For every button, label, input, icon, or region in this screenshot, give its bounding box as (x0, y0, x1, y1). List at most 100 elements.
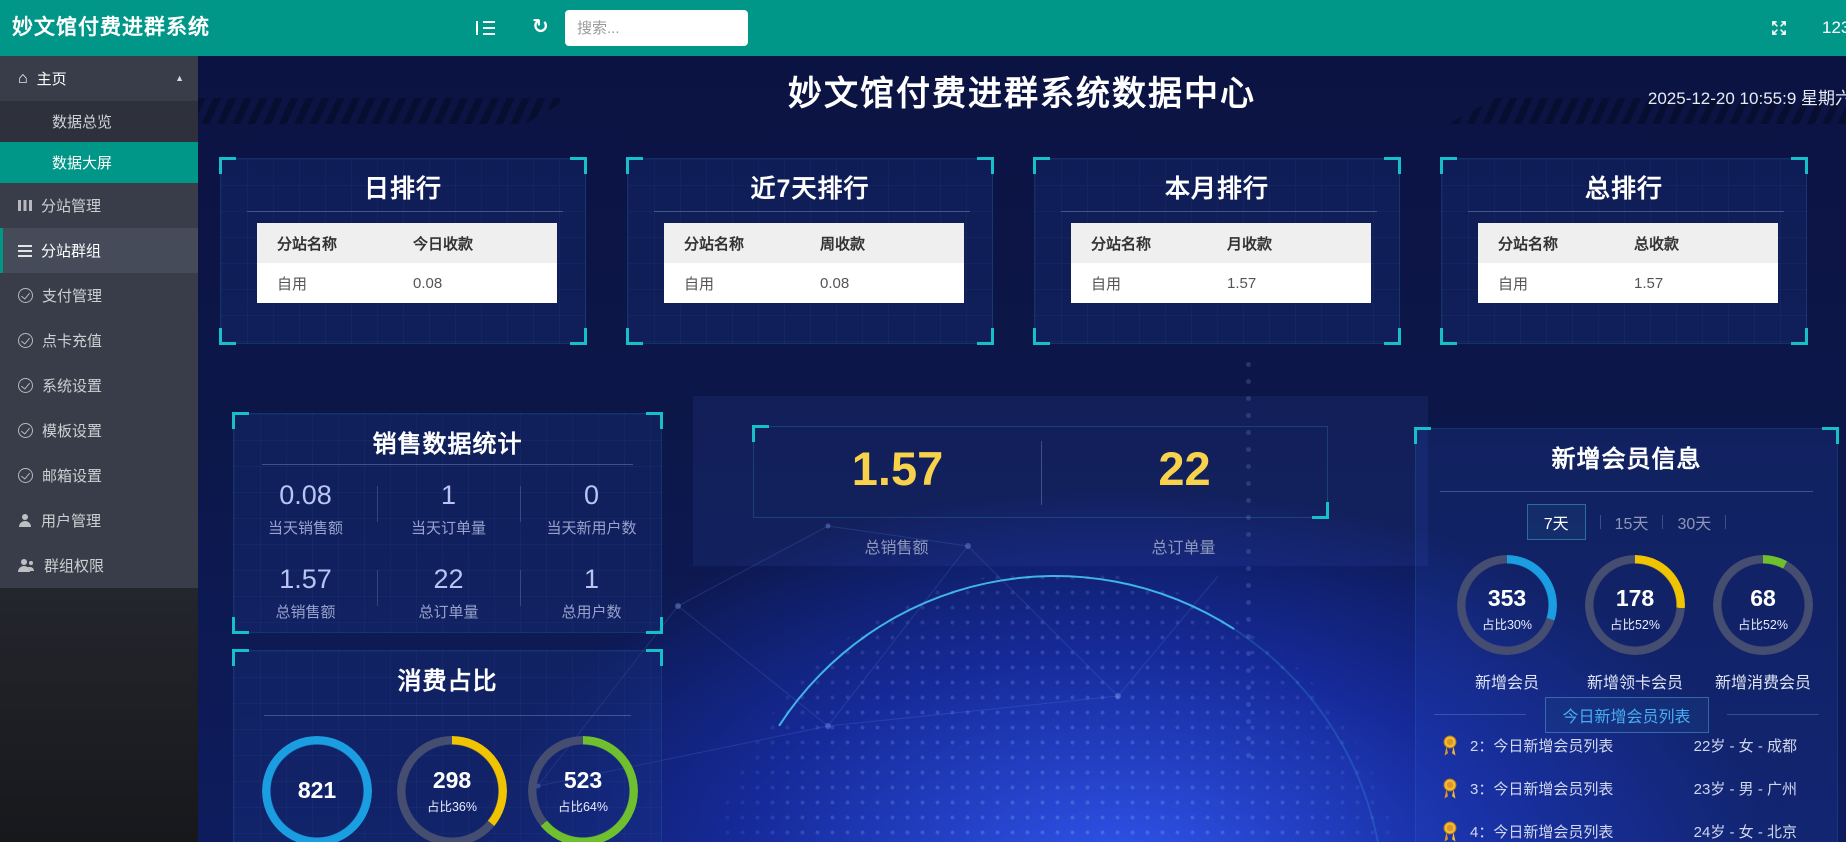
sidebar-item-user-manage[interactable]: 用户管理 (0, 498, 198, 543)
divider (247, 211, 563, 212)
stat-today-new-users: 0当天新用户数 (520, 480, 663, 538)
consumption-panel: 消费占比 821 298 占比36% 523 占比64% (233, 650, 662, 842)
dashboard: 妙文馆付费进群系统数据中心 2025-12-20 10:55:9 星期六 日排行… (198, 56, 1846, 842)
daily-ranking-panel: 日排行 分站名称 今日收款 自用 0.08 (220, 158, 586, 344)
users-icon (18, 559, 35, 572)
table-header: 分站名称 总收款 (1478, 223, 1778, 263)
ranking-table: 分站名称 月收款 自用 1.57 (1071, 223, 1371, 303)
stat-today-sales: 0.08当天销售额 (234, 480, 377, 538)
ranking-table: 分站名称 总收款 自用 1.57 (1478, 223, 1778, 303)
ring-label: 新增会员 (1457, 669, 1557, 693)
sidebar-item-data-screen[interactable]: 数据大屏 (0, 142, 198, 183)
sidebar-item-substation-groups[interactable]: 分站群组 (0, 228, 198, 273)
sidebar-spacer (0, 588, 198, 842)
home-icon: ⌂ (18, 71, 28, 87)
fullscreen-icon[interactable] (1770, 19, 1788, 42)
panel-title: 本月排行 (1035, 169, 1399, 205)
table-header: 分站名称 月收款 (1071, 223, 1371, 263)
ring-value: 821 (262, 777, 372, 804)
stat-today-orders: 1当天订单量 (377, 480, 520, 538)
page-title: 妙文馆付费进群系统数据中心 (198, 66, 1846, 115)
chevron-up-icon: ▲ (175, 73, 184, 83)
shield-check-icon (18, 333, 33, 348)
shield-check-icon (18, 378, 33, 393)
topbar-user[interactable]: 123 (1822, 0, 1846, 56)
total-ranking-panel: 总排行 分站名称 总收款 自用 1.57 (1441, 158, 1807, 344)
sidebar-item-system-settings[interactable]: 系统设置 (0, 363, 198, 408)
sidebar-item-template-settings[interactable]: 模板设置 (0, 408, 198, 453)
table-header: 分站名称 今日收款 (257, 223, 557, 263)
table-row[interactable]: 自用 1.57 (1071, 263, 1371, 303)
sidebar: ⌂ 主页 ▲ 数据总览 数据大屏 分站管理 分站群组 支付管理 点卡充值 系统设… (0, 56, 198, 842)
divider (654, 211, 970, 212)
sidebar-item-payment[interactable]: 支付管理 (0, 273, 198, 318)
ranking-table: 分站名称 周收款 自用 0.08 (664, 223, 964, 303)
panel-title: 近7天排行 (628, 169, 992, 205)
total-sales-value: 1.57 (754, 441, 1041, 496)
refresh-icon[interactable]: ↻ (532, 14, 549, 39)
panel-title: 总排行 (1442, 169, 1806, 205)
period-tabs: 7天 15天 30天 (1416, 505, 1837, 539)
table-row[interactable]: 自用 0.08 (257, 263, 557, 303)
sidebar-item-substation-manage[interactable]: 分站管理 (0, 183, 198, 228)
sidebar-item-home[interactable]: ⌂ 主页 ▲ (0, 56, 198, 101)
shield-check-icon (18, 423, 33, 438)
ring-value: 68 占比52% (1713, 585, 1813, 633)
panel-title: 新增会员信息 (1416, 439, 1837, 474)
divider (1061, 211, 1377, 212)
sidebar-item-mail-settings[interactable]: 邮箱设置 (0, 453, 198, 498)
new-members-panel: 新增会员信息 7天 15天 30天 353 占比30% 178 占比52% (1415, 428, 1838, 842)
sidebar-item-group-permissions[interactable]: 群组权限 (0, 543, 198, 588)
tab-7days[interactable]: 7天 (1527, 504, 1586, 540)
total-orders-value: 22 (1041, 441, 1328, 496)
table-row[interactable]: 自用 1.57 (1478, 263, 1778, 303)
stat-total-users: 1总用户数 (520, 564, 663, 622)
divider (1440, 491, 1813, 492)
panel-title: 日排行 (221, 169, 585, 205)
search-input[interactable] (565, 10, 748, 46)
total-sales-label: 总销售额 (753, 534, 1040, 558)
panel-title: 消费占比 (234, 661, 661, 696)
sales-stats-panel: 销售数据统计 0.08当天销售额 1当天订单量 0当天新用户数 1.57总销售额… (233, 413, 662, 633)
sliders-icon (18, 245, 32, 257)
ranking-table: 分站名称 今日收款 自用 0.08 (257, 223, 557, 303)
ring-value: 298 占比36% (397, 767, 507, 815)
divider (264, 715, 631, 716)
divider (1434, 714, 1526, 715)
ring-label: 新增领卡会员 (1585, 669, 1685, 693)
divider (1727, 714, 1819, 715)
total-orders-label: 总订单量 (1040, 534, 1327, 558)
ring-value: 353 占比30% (1457, 585, 1557, 633)
user-icon (18, 514, 32, 527)
ring-value: 523 占比64% (528, 767, 638, 815)
member-list-item[interactable]: 4：今日新增会员列表 24岁 - 女 - 北京 (1416, 813, 1839, 842)
medal-icon (1440, 820, 1460, 842)
brand-title: 妙文馆付费进群系统 (12, 0, 210, 56)
sidebar-item-data-overview[interactable]: 数据总览 (0, 101, 198, 142)
app-root: 妙文馆付费进群系统 ↻ 123 ⌂ 主页 ▲ 数据总览 数据大屏 分站管理 (0, 0, 1846, 842)
medal-icon (1440, 734, 1460, 757)
divider (1468, 211, 1784, 212)
shield-check-icon (18, 468, 33, 483)
medal-icon (1440, 777, 1460, 800)
member-list-item[interactable]: 3：今日新增会员列表 23岁 - 男 - 广州 (1416, 770, 1839, 806)
datetime: 2025-12-20 10:55:9 星期六 (1648, 84, 1846, 109)
sidebar-item-card-recharge[interactable]: 点卡充值 (0, 318, 198, 363)
weekly-ranking-panel: 近7天排行 分站名称 周收款 自用 0.08 (627, 158, 993, 344)
member-list-item[interactable]: 2：今日新增会员列表 22岁 - 女 - 成都 (1416, 727, 1839, 763)
stat-total-orders: 22总订单量 (377, 564, 520, 622)
ring-value: 178 占比52% (1585, 585, 1685, 633)
table-row[interactable]: 自用 0.08 (664, 263, 964, 303)
tab-15days[interactable]: 15天 (1615, 510, 1649, 534)
stat-total-sales: 1.57总销售额 (234, 564, 377, 622)
totals-box: 1.57 22 (753, 426, 1328, 518)
divider (262, 464, 633, 465)
topbar: 妙文馆付费进群系统 ↻ 123 (0, 0, 1846, 56)
table-header: 分站名称 周收款 (664, 223, 964, 263)
monthly-ranking-panel: 本月排行 分站名称 月收款 自用 1.57 (1034, 158, 1400, 344)
shield-check-icon (18, 288, 33, 303)
panel-title: 销售数据统计 (234, 424, 661, 459)
collapse-menu-icon[interactable] (476, 21, 495, 35)
ring-label: 新增消费会员 (1713, 669, 1813, 693)
tab-30days[interactable]: 30天 (1677, 510, 1711, 534)
